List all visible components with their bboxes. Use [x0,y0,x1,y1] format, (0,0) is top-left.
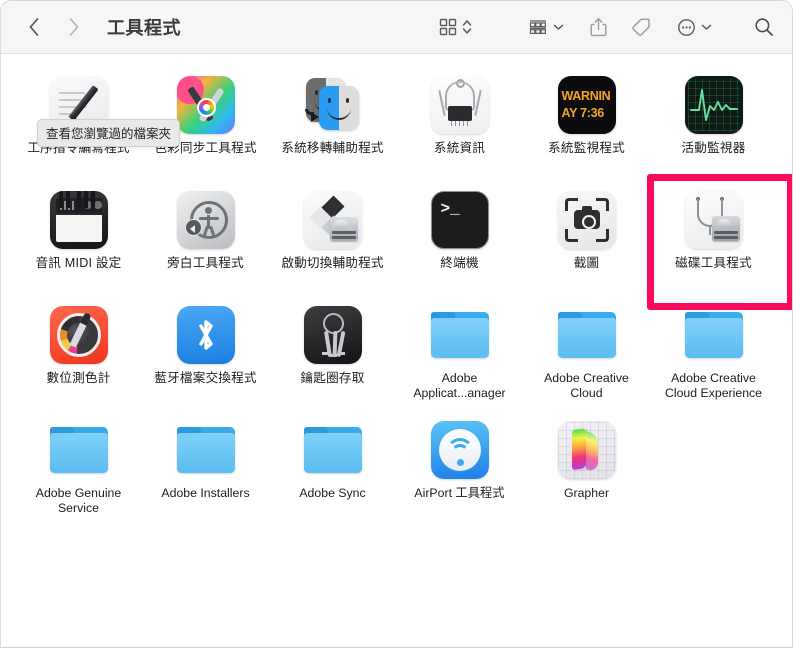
file-item-label: 終端機 [440,256,479,270]
colorsync-utility-icon [175,74,237,136]
file-item-label: 鑰匙圈存取 [300,371,365,385]
folder-icon [556,304,618,366]
file-item-label: Grapher [563,486,610,500]
file-item-label: 活動監視器 [681,141,746,155]
audio-midi-setup-icon [48,189,110,251]
file-item-adobe-sync[interactable]: Adobe Sync [269,411,396,526]
file-item-screenshot[interactable]: 截圖 [523,181,650,296]
file-item-label: Adobe Creative Cloud Experience [664,371,763,400]
airport-utility-icon [429,419,491,481]
file-item-label: 磁碟工具程式 [675,256,752,270]
icon-view-button[interactable] [439,12,472,42]
file-item-adobe-genuine-service[interactable]: Adobe Genuine Service [15,411,142,526]
share-button[interactable] [590,12,607,42]
system-monitor-line1: WARNIN [561,89,611,103]
file-item-label: 系統資訊 [433,141,486,155]
back-button[interactable] [23,14,45,40]
file-item-label: 系統移轉輔助程式 [281,141,384,155]
boot-camp-assistant-icon [302,189,364,251]
file-item-label: 藍牙檔案交換程式 [154,371,257,385]
folder-icon [683,304,745,366]
file-item-terminal[interactable]: >_ 終端機 [396,181,523,296]
system-monitor-icon: WARNIN AY 7:36 [556,74,618,136]
file-item-label: Adobe Installers [161,486,250,500]
voiceover-utility-icon [175,189,237,251]
file-item-voiceover-utility[interactable]: 旁白工具程式 [142,181,269,296]
folder-icon [302,419,364,481]
folder-icon [429,304,491,366]
group-by-button[interactable] [528,12,564,42]
file-item-audio-midi-setup[interactable]: 音訊 MIDI 設定 [15,181,142,296]
file-item-digital-color-meter[interactable]: 數位測色計 [15,296,142,411]
tooltip: 查看您瀏覽過的檔案夾 [37,119,181,147]
file-item-label: 系統監視程式 [548,141,625,155]
file-item-adobe-creative-cloud-experience[interactable]: Adobe Creative Cloud Experience [650,296,777,411]
file-item-keychain-access[interactable]: 鑰匙圈存取 [269,296,396,411]
file-item-system-information[interactable]: 系統資訊 [396,66,523,181]
file-item-label: 數位測色計 [46,371,111,385]
file-grid-area: 工序指令編寫程式 色彩同步工具程式 系統移轉輔助程式 系統資訊 WARNIN A… [1,54,792,647]
file-item-label: 音訊 MIDI 設定 [35,256,122,270]
file-item-activity-monitor[interactable]: 活動監視器 [650,66,777,181]
activity-monitor-icon [683,74,745,136]
system-information-icon [429,74,491,136]
file-item-adobe-application-manager[interactable]: Adobe Applicat...anager [396,296,523,411]
page-title: 工具程式 [107,18,181,38]
file-item-grapher[interactable]: Grapher [523,411,650,526]
folder-icon [175,419,237,481]
file-item-airport-utility[interactable]: AirPort 工具程式 [396,411,523,526]
file-item-system-monitor[interactable]: WARNIN AY 7:36 系統監視程式 [523,66,650,181]
file-item-label: 截圖 [573,256,600,270]
file-item-empty [650,411,777,526]
file-item-boot-camp-assistant[interactable]: 啟動切換輔助程式 [269,181,396,296]
file-item-label: Adobe Applicat...anager [413,371,506,400]
grapher-icon [556,419,618,481]
bluetooth-file-exchange-icon [175,304,237,366]
finder-window: 工具程式 工序指令編寫程式 色彩同步工具程式 系統移轉輔助程式 系統資訊 WAR… [0,0,793,648]
terminal-icon: >_ [429,189,491,251]
digital-color-meter-icon [48,304,110,366]
view-options-stepper-icon[interactable] [462,18,472,36]
folder-icon [48,419,110,481]
chevron-down-icon[interactable] [553,23,564,31]
disk-utility-icon [683,189,745,251]
file-item-migration-assistant[interactable]: 系統移轉輔助程式 [269,66,396,181]
file-item-disk-utility[interactable]: 磁碟工具程式 [647,174,792,310]
file-item-label: 啟動切換輔助程式 [281,256,384,270]
file-item-label: Adobe Sync [299,486,366,500]
file-item-bluetooth-file-exchange[interactable]: 藍牙檔案交換程式 [142,296,269,411]
screenshot-icon [556,189,618,251]
tag-button[interactable] [631,12,651,42]
navigation-arrows [23,14,85,40]
system-monitor-line2: AY 7:36 [561,106,605,120]
migration-assistant-icon [302,74,364,136]
toolbar-actions [439,12,774,42]
chevron-down-icon[interactable] [701,23,712,31]
file-item-adobe-creative-cloud[interactable]: Adobe Creative Cloud [523,296,650,411]
finder-toolbar: 工具程式 [1,1,792,54]
file-item-adobe-installers[interactable]: Adobe Installers [142,411,269,526]
more-actions-button[interactable] [677,12,712,42]
forward-button[interactable] [63,14,85,40]
file-item-label: Adobe Genuine Service [35,486,122,515]
file-item-label: Adobe Creative Cloud [544,371,629,400]
file-item-label: 旁白工具程式 [167,256,244,270]
keychain-access-icon [302,304,364,366]
search-button[interactable] [754,12,774,42]
file-item-label: AirPort 工具程式 [414,486,505,500]
